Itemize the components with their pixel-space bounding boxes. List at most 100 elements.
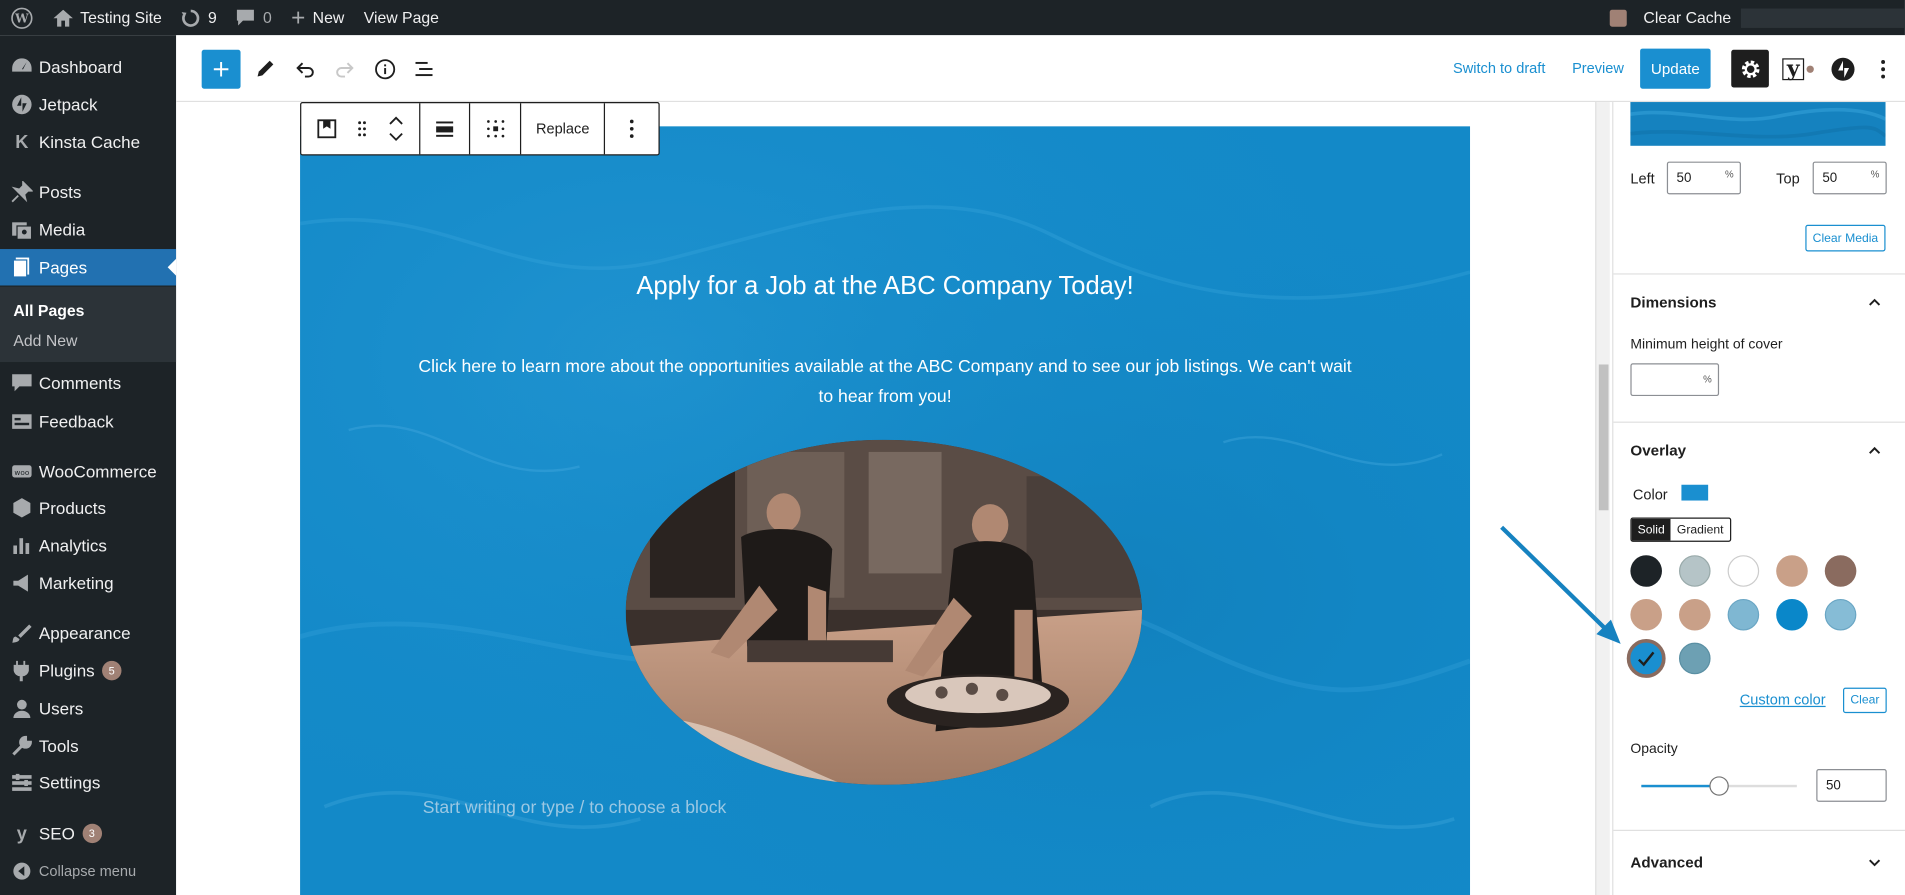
focal-left-input[interactable]: 50 % bbox=[1666, 161, 1741, 195]
chevron-down-icon[interactable] bbox=[1869, 857, 1881, 869]
color-swatch-tan-3[interactable] bbox=[1678, 598, 1711, 631]
sidebar-item-media[interactable]: Media bbox=[0, 211, 176, 247]
users-icon bbox=[10, 696, 34, 720]
sidebar-item-appearance[interactable]: Appearance bbox=[0, 615, 176, 651]
appearance-icon bbox=[10, 621, 34, 645]
solid-tab[interactable]: Solid bbox=[1631, 518, 1671, 541]
updates-count: 9 bbox=[207, 8, 217, 27]
media-preview-thumbnail[interactable] bbox=[1630, 102, 1887, 146]
focal-top-input[interactable]: 50 % bbox=[1812, 161, 1887, 195]
content-position-button[interactable] bbox=[470, 103, 522, 155]
opacity-slider-fill bbox=[1641, 784, 1720, 788]
collapse-menu-button[interactable]: Collapse menu bbox=[0, 853, 176, 889]
cover-heading[interactable]: Apply for a Job at the ABC Company Today… bbox=[300, 272, 1470, 301]
canvas-scrollbar[interactable] bbox=[1595, 102, 1610, 895]
block-appender-placeholder[interactable]: Start writing or type / to choose a bloc… bbox=[423, 798, 727, 817]
drag-handle[interactable] bbox=[351, 103, 373, 154]
undo-button[interactable] bbox=[286, 50, 325, 89]
admin-bar: W Testing Site 9 0 + New View Page Clear… bbox=[0, 0, 1905, 36]
focal-top-label: Top bbox=[1776, 170, 1800, 188]
cover-photo-chefs[interactable] bbox=[625, 439, 1143, 785]
color-swatch-selected-blue[interactable] bbox=[1626, 639, 1666, 678]
yoast-status-icon bbox=[1806, 65, 1814, 73]
sidebar-item-comments[interactable]: Comments bbox=[0, 364, 176, 400]
color-swatch-tan-2[interactable] bbox=[1630, 598, 1662, 631]
preview-button[interactable]: Preview bbox=[1572, 60, 1624, 77]
clear-color-button[interactable]: Clear bbox=[1843, 687, 1887, 714]
updates-link[interactable]: 9 bbox=[172, 0, 227, 35]
sidebar-item-tools[interactable]: Tools bbox=[0, 728, 176, 764]
color-swatch-blue[interactable] bbox=[1776, 598, 1808, 631]
submenu-all-pages[interactable]: All Pages bbox=[13, 301, 84, 319]
comments-count: 0 bbox=[262, 8, 272, 27]
chevron-up-icon[interactable] bbox=[1869, 445, 1881, 457]
jetpack-button[interactable] bbox=[1824, 50, 1863, 89]
more-options-button[interactable] bbox=[1864, 50, 1903, 89]
color-swatch-white[interactable] bbox=[1727, 555, 1760, 587]
redo-button[interactable] bbox=[326, 50, 365, 89]
list-view-button[interactable] bbox=[405, 50, 444, 89]
tools-edit-button[interactable] bbox=[245, 50, 284, 89]
sidebar-item-products[interactable]: Products bbox=[0, 490, 176, 526]
settings-toggle-button[interactable] bbox=[1731, 49, 1769, 88]
sidebar-item-marketing[interactable]: Marketing bbox=[0, 565, 176, 601]
clear-cache-link[interactable]: Clear Cache bbox=[1600, 0, 1741, 35]
admin-bar-user-area[interactable] bbox=[1740, 7, 1905, 28]
clear-media-button[interactable]: Clear Media bbox=[1805, 224, 1886, 252]
new-content-link[interactable]: + New bbox=[281, 0, 354, 35]
sidebar-item-jetpack[interactable]: Jetpack bbox=[0, 86, 176, 122]
sidebar-item-kinsta-cache[interactable]: K Kinsta Cache bbox=[0, 124, 176, 160]
sidebar-item-posts[interactable]: Posts bbox=[0, 174, 176, 210]
opacity-input[interactable]: 50 bbox=[1816, 769, 1887, 802]
replace-media-button[interactable]: Replace bbox=[521, 103, 606, 155]
overlay-panel-title[interactable]: Overlay bbox=[1630, 442, 1686, 459]
cover-paragraph[interactable]: Click here to learn more about the oppor… bbox=[409, 352, 1360, 413]
add-block-button[interactable] bbox=[201, 49, 241, 89]
switch-to-draft-button[interactable]: Switch to draft bbox=[1453, 60, 1545, 77]
dimensions-panel-title[interactable]: Dimensions bbox=[1630, 294, 1716, 311]
annotation-arrow-icon bbox=[1500, 525, 1621, 644]
advanced-panel-title[interactable]: Advanced bbox=[1630, 854, 1703, 871]
sidebar-item-users[interactable]: Users bbox=[0, 690, 176, 726]
sidebar-item-seo[interactable]: y SEO 3 bbox=[0, 815, 176, 851]
color-swatch-pale-blue[interactable] bbox=[1824, 598, 1857, 631]
sidebar-item-label: Marketing bbox=[38, 573, 114, 593]
submenu-add-new[interactable]: Add New bbox=[13, 332, 77, 350]
move-up-down-buttons[interactable] bbox=[373, 103, 419, 154]
min-height-input[interactable]: % bbox=[1630, 363, 1720, 397]
cover-block[interactable]: Apply for a Job at the ABC Company Today… bbox=[300, 126, 1471, 895]
scrollbar-thumb[interactable] bbox=[1598, 364, 1609, 511]
wordpress-logo-icon[interactable]: W bbox=[0, 0, 44, 35]
block-type-button[interactable] bbox=[301, 103, 351, 154]
sidebar-item-plugins[interactable]: Plugins 5 bbox=[0, 652, 176, 688]
sidebar-item-label: Posts bbox=[38, 182, 82, 202]
opacity-slider-thumb[interactable] bbox=[1709, 776, 1729, 796]
sidebar-item-label: Products bbox=[38, 498, 107, 518]
update-button[interactable]: Update bbox=[1640, 48, 1711, 89]
color-swatch-light-blue[interactable] bbox=[1727, 598, 1760, 631]
sidebar-item-settings[interactable]: Settings bbox=[0, 764, 176, 800]
align-button[interactable] bbox=[420, 103, 471, 155]
view-page-link[interactable]: View Page bbox=[354, 0, 449, 35]
color-swatch-steel-blue[interactable] bbox=[1678, 642, 1711, 675]
custom-color-link[interactable]: Custom color bbox=[1740, 691, 1826, 708]
yoast-seo-button[interactable]: y bbox=[1779, 50, 1818, 89]
color-swatch-light-gray[interactable] bbox=[1678, 555, 1711, 587]
sidebar-item-pages[interactable]: Pages bbox=[0, 249, 177, 286]
sidebar-item-analytics[interactable]: Analytics bbox=[0, 527, 176, 563]
details-button[interactable] bbox=[366, 50, 405, 89]
sidebar-item-label: Collapse menu bbox=[38, 862, 137, 880]
color-swatch-brown[interactable] bbox=[1824, 555, 1857, 587]
sidebar-item-woocommerce[interactable]: woo WooCommerce bbox=[0, 453, 176, 489]
site-name-link[interactable]: Testing Site bbox=[44, 0, 172, 35]
sidebar-item-label: Plugins bbox=[38, 660, 95, 681]
color-swatch-tan[interactable] bbox=[1776, 555, 1808, 587]
gradient-tab[interactable]: Gradient bbox=[1671, 519, 1730, 541]
sidebar-item-dashboard[interactable]: Dashboard bbox=[0, 49, 176, 85]
color-swatch-dark[interactable] bbox=[1630, 555, 1662, 587]
kitchen-photo-illustration bbox=[625, 439, 1143, 785]
block-options-button[interactable] bbox=[605, 103, 658, 154]
chevron-up-icon[interactable] bbox=[1869, 296, 1881, 308]
sidebar-item-feedback[interactable]: Feedback bbox=[0, 403, 176, 439]
comments-link[interactable]: 0 bbox=[227, 0, 282, 35]
